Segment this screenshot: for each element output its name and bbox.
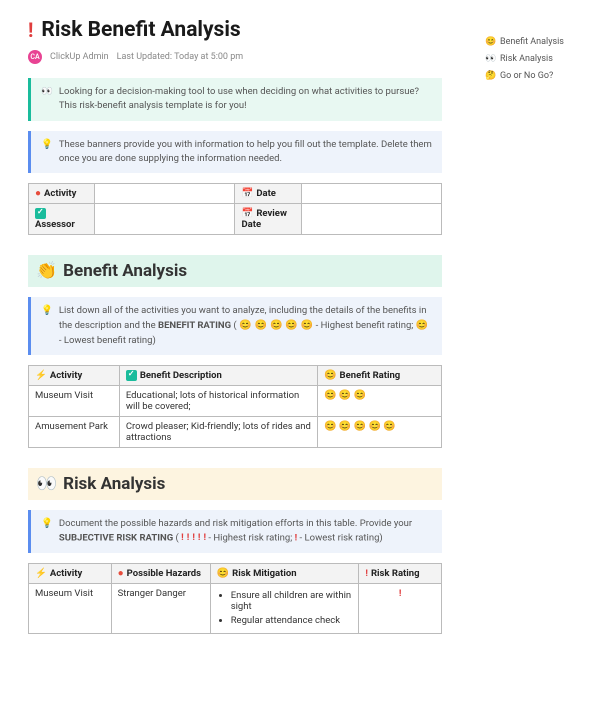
meta-row: CA ClickUp Admin Last Updated: Today at … — [28, 50, 442, 64]
info-banner[interactable]: 💡 These banners provide you with informa… — [28, 131, 442, 174]
col-activity: ⚡Activity — [29, 365, 120, 385]
bulb-icon: 💡 — [41, 304, 53, 348]
sidebar-item[interactable]: 👀Risk Analysis — [485, 51, 564, 68]
review-header: 📅Review Date — [235, 204, 301, 235]
col-desc: Benefit Description — [119, 365, 317, 385]
risk-table: ⚡Activity ●Possible Hazards 😊Risk Mitiga… — [28, 563, 442, 634]
assessor-header: Assessor — [29, 204, 95, 235]
bulb-icon: 💡 — [41, 517, 53, 546]
risk-banner[interactable]: 💡 Document the possible hazards and risk… — [28, 510, 442, 553]
col-activity: ⚡Activity — [29, 563, 112, 583]
benefit-table: ⚡Activity Benefit Description 😊Benefit R… — [28, 365, 442, 448]
header-table: ●Activity 📅Date Assessor 📅Review Date — [28, 183, 442, 235]
info-banner-text: These banners provide you with informati… — [59, 138, 432, 167]
outline-sidebar: 😊Benefit Analysis👀Risk Analysis🤔Go or No… — [485, 34, 564, 85]
title-text: Risk Benefit Analysis — [41, 18, 240, 42]
col-mitigation: 😊Risk Mitigation — [210, 563, 359, 583]
calendar-icon: 📅 — [241, 188, 253, 199]
dot-icon: ● — [118, 568, 124, 579]
check-icon — [35, 208, 46, 219]
risk-heading: 👀 Risk Analysis — [28, 468, 442, 500]
smile-icon: 😊 — [217, 568, 229, 579]
bolt-icon: ⚡ — [35, 568, 47, 579]
clap-icon: 👏 — [36, 261, 57, 281]
page-title: ! Risk Benefit Analysis — [28, 18, 442, 42]
col-rating: 😊Benefit Rating — [318, 365, 442, 385]
table-row[interactable]: Museum VisitEducational; lots of histori… — [29, 385, 442, 416]
calendar-icon: 📅 — [241, 208, 253, 219]
eyes-icon: 👀 — [41, 85, 53, 114]
activity-cell[interactable] — [95, 184, 235, 204]
intro-banner[interactable]: 👀 Looking for a decision-making tool to … — [28, 78, 442, 121]
exclamation-icon: ! — [28, 18, 33, 42]
check-icon — [126, 370, 137, 381]
col-rating: !Risk Rating — [359, 563, 442, 583]
last-updated: Last Updated: Today at 5:00 pm — [117, 52, 244, 62]
table-row[interactable]: Museum VisitStranger DangerEnsure all ch… — [29, 583, 442, 633]
bulb-icon: 💡 — [41, 138, 53, 167]
benefit-heading: 👏 Benefit Analysis — [28, 255, 442, 287]
exclamation-icon: ! — [365, 568, 368, 579]
activity-header: ●Activity — [29, 184, 95, 204]
review-cell[interactable] — [301, 204, 441, 235]
avatar: CA — [28, 50, 42, 64]
benefit-banner-text: List down all of the activities you want… — [59, 304, 432, 348]
col-hazards: ●Possible Hazards — [111, 563, 210, 583]
smile-icon: 😊 — [324, 370, 336, 381]
date-header: 📅Date — [235, 184, 301, 204]
author-name: ClickUp Admin — [50, 52, 109, 62]
benefit-banner[interactable]: 💡 List down all of the activities you wa… — [28, 297, 442, 355]
assessor-cell[interactable] — [95, 204, 235, 235]
bolt-icon: ⚡ — [35, 370, 47, 381]
dot-icon: ● — [35, 188, 41, 199]
sidebar-item[interactable]: 😊Benefit Analysis — [485, 34, 564, 51]
intro-banner-text: Looking for a decision-making tool to us… — [59, 85, 432, 114]
sidebar-item[interactable]: 🤔Go or No Go? — [485, 68, 564, 85]
table-row[interactable]: Amusement ParkCrowd pleaser; Kid-friendl… — [29, 416, 442, 447]
eyes-icon: 👀 — [36, 474, 57, 494]
date-cell[interactable] — [301, 184, 441, 204]
risk-banner-text: Document the possible hazards and risk m… — [59, 517, 432, 546]
